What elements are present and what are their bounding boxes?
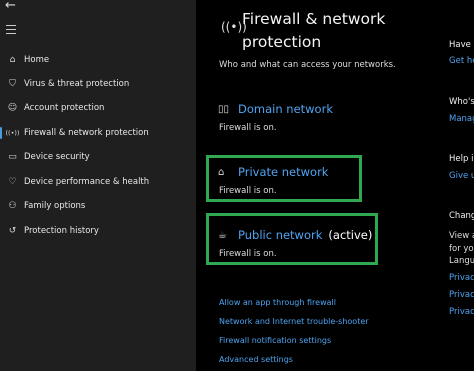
sidebar-item-label: Device performance & health <box>24 177 150 187</box>
network-status: Firewall is on. <box>219 249 277 259</box>
have-question-heading: Have a <box>449 40 474 50</box>
domain-network-icon: ▯▯ <box>218 103 230 115</box>
privacy-text-line: View a <box>449 231 474 241</box>
privacy-settings-link[interactable]: Privac <box>449 273 474 283</box>
right-panel: Have a Get he Who's Manag Help in Give u… <box>449 0 474 371</box>
sidebar-item-label: Account protection <box>24 103 105 113</box>
page-title: Firewall & network protection <box>242 10 386 51</box>
wifi-antenna-icon: ((•)) <box>5 129 20 137</box>
privacy-text-line: Langu <box>449 256 474 266</box>
privacy-text-line: for you <box>449 244 474 254</box>
sidebar-item-virus-threat-protection[interactable]: ⛉ Virus & threat protection <box>0 73 196 95</box>
sidebar-item-label: Device security <box>24 152 90 162</box>
active-badge: (active) <box>328 228 373 242</box>
shield-icon: ⛉ <box>9 79 16 89</box>
person-icon: ☺ <box>7 103 18 113</box>
history-icon: ↺ <box>8 226 17 236</box>
allow-app-link[interactable]: Allow an app through firewall <box>219 298 336 307</box>
public-network-icon: ☕ <box>218 229 227 241</box>
back-arrow-icon[interactable]: ← <box>5 0 16 12</box>
sidebar-item-account-protection[interactable]: ☺ Account protection <box>0 97 196 119</box>
sidebar-item-firewall-network-protection[interactable]: ((•)) Firewall & network protection <box>0 122 196 144</box>
network-status: Firewall is on. <box>219 186 277 196</box>
get-help-link[interactable]: Get he <box>449 56 474 66</box>
private-network-icon: ⌂ <box>218 166 225 178</box>
sidebar-item-device-security[interactable]: ▭ Device security <box>0 146 196 168</box>
whos-protecting-heading: Who's <box>449 97 474 107</box>
sidebar-item-label: Family options <box>24 201 86 211</box>
help-improve-heading: Help in <box>449 154 474 164</box>
sidebar-item-label: Home <box>24 55 50 65</box>
advanced-settings-link[interactable]: Advanced settings <box>219 355 293 364</box>
network-status: Firewall is on. <box>219 123 277 133</box>
sidebar: ← ⌂ Home ⛉ Virus & threat protection ☺ A… <box>0 0 196 371</box>
heart-icon: ♡ <box>8 177 17 187</box>
network-name[interactable]: Private network <box>238 165 328 179</box>
sidebar-item-home[interactable]: ⌂ Home <box>0 49 196 71</box>
network-name[interactable]: Public network <box>238 228 322 242</box>
home-icon: ⌂ <box>9 55 16 65</box>
main-content: ((•)) Firewall & network protection Who … <box>196 0 474 371</box>
domain-network-link[interactable]: ▯▯ Domain network <box>218 102 333 116</box>
sidebar-item-label: Virus & threat protection <box>24 79 130 89</box>
sidebar-item-label: Protection history <box>24 226 99 236</box>
give-feedback-link[interactable]: Give u <box>449 171 474 181</box>
privacy-statement-link[interactable]: Privac <box>449 307 474 317</box>
sidebar-item-label: Firewall & network protection <box>24 128 149 138</box>
hamburger-menu-icon[interactable] <box>6 25 16 37</box>
laptop-icon: ▭ <box>8 152 17 162</box>
family-icon: ⚇ <box>8 201 17 211</box>
privacy-dashboard-link[interactable]: Privac <box>449 290 474 300</box>
private-network-link[interactable]: ⌂ Private network <box>218 165 328 179</box>
sidebar-item-device-performance-health[interactable]: ♡ Device performance & health <box>0 171 196 193</box>
manage-providers-link[interactable]: Manag <box>449 114 474 124</box>
change-privacy-heading: Chang <box>449 211 474 221</box>
troubleshooter-link[interactable]: Network and Internet trouble-shooter <box>219 317 369 326</box>
public-network-link[interactable]: ☕ Public network (active) <box>218 228 372 242</box>
sidebar-item-protection-history[interactable]: ↺ Protection history <box>0 220 196 242</box>
sidebar-item-family-options[interactable]: ⚇ Family options <box>0 195 196 217</box>
page-subtitle: Who and what can access your networks. <box>219 60 396 70</box>
notification-settings-link[interactable]: Firewall notification settings <box>219 336 331 345</box>
network-name[interactable]: Domain network <box>238 102 333 116</box>
